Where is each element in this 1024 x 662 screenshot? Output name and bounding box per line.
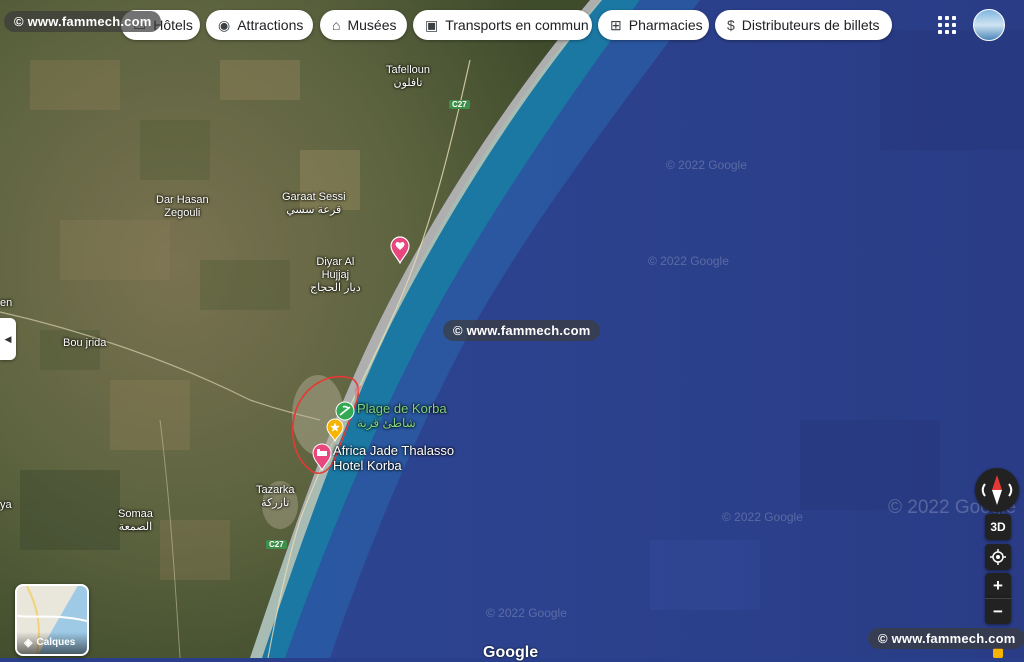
place-edge-label: en (0, 297, 13, 309)
place-name-arabic: الصمعة (118, 521, 153, 533)
place-name-arabic: تازركة (261, 497, 290, 509)
place-name-arabic: ديار الحجاج (310, 282, 361, 294)
account-avatar[interactable] (973, 9, 1005, 41)
chip-public-transit[interactable]: ▣ Transports en commun (413, 10, 592, 40)
watermark-center: © www.fammech.com (443, 320, 601, 341)
atm-icon: $ (727, 17, 735, 33)
zoom-out-button[interactable]: − (985, 598, 1011, 624)
chip-label: Attractions (237, 17, 304, 33)
my-location-button[interactable] (985, 544, 1011, 570)
imagery-credit: © 2022 Google (486, 606, 567, 620)
crosshair-icon (990, 549, 1006, 565)
place-tafelloun: Tafelloun تافلون (386, 64, 430, 90)
place-dar-hasan-zegouli: Dar Hasan Zegouli (156, 194, 209, 219)
google-logo: Google (483, 644, 539, 661)
layers-label: Calques (36, 637, 76, 648)
place-garaat-sessi: Garaat Sessi قرعة سسي (282, 191, 346, 217)
apps-grid-icon[interactable] (938, 16, 956, 34)
saved-place-heart-marker[interactable] (389, 236, 411, 264)
place-boujrida: Bou jrida (63, 337, 107, 349)
place-name: Somaa (118, 508, 153, 520)
place-name: Diyar Al Hujjaj (316, 256, 355, 281)
compass-button[interactable] (975, 468, 1019, 512)
poi-name-arabic: شاطئ قربة (357, 416, 416, 430)
place-name: Tafelloun (386, 64, 431, 76)
place-edge-label: ya (0, 499, 12, 511)
compass-icon (981, 475, 1013, 505)
3d-toggle-button[interactable]: 3D (985, 514, 1011, 540)
place-name: Garaat Sessi (282, 191, 346, 203)
imagery-credit: © 2022 Google (648, 254, 729, 268)
place-name-arabic: تافلون (393, 77, 423, 89)
place-name-arabic: قرعة سسي (286, 204, 342, 216)
watermark-bottom: © www.fammech.com (868, 628, 1024, 649)
place-name: Tazarka (256, 484, 295, 496)
star-marker[interactable] (325, 418, 345, 442)
chip-label: Transports en commun (445, 17, 589, 33)
road-label-c27: C27 (449, 100, 470, 109)
imagery-credit: © 2022 Google (722, 510, 803, 524)
chip-museums[interactable]: ⌂ Musées (320, 10, 407, 40)
pharmacy-icon: ⊞ (610, 16, 622, 33)
layers-icon: ◈ (24, 637, 33, 649)
chip-atms[interactable]: $ Distributeurs de billets (715, 10, 892, 40)
imagery-credit: © 2022 Google (666, 158, 747, 172)
poi-plage-de-korba[interactable]: Plage de Korba شاطئ قربة (357, 401, 447, 431)
chip-label: Pharmacies (628, 17, 703, 33)
layers-button[interactable]: ◈ Calques (15, 584, 89, 656)
zoom-in-button[interactable]: + (985, 573, 1011, 598)
chip-label: Distributeurs de billets (741, 17, 880, 33)
collapse-side-panel-button[interactable]: ◀ (0, 318, 16, 360)
road-label-c27: C27 (266, 540, 287, 549)
place-diyar-al-hujjaj: Diyar Al Hujjaj ديار الحجاج (310, 256, 361, 295)
watermark-top: © www.fammech.com (4, 11, 162, 32)
chevron-left-icon: ◀ (4, 333, 12, 344)
camera-icon: ◉ (218, 16, 231, 33)
poi-name: Plage de Korba (357, 401, 447, 416)
place-somaa: Somaa الصمعة (118, 508, 153, 534)
hotel-marker[interactable] (311, 443, 333, 471)
museum-icon: ⌂ (332, 17, 341, 33)
chip-label: Musées (347, 17, 397, 33)
poi-africa-jade-thalasso[interactable]: Africa Jade Thalasso Hotel Korba (333, 443, 454, 473)
train-icon: ▣ (425, 16, 439, 33)
chip-attractions[interactable]: ◉ Attractions (206, 10, 313, 40)
pegman-icon[interactable] (993, 648, 1003, 658)
place-tazarka: Tazarka تازركة (256, 484, 295, 510)
chip-pharmacies[interactable]: ⊞ Pharmacies (598, 10, 709, 40)
